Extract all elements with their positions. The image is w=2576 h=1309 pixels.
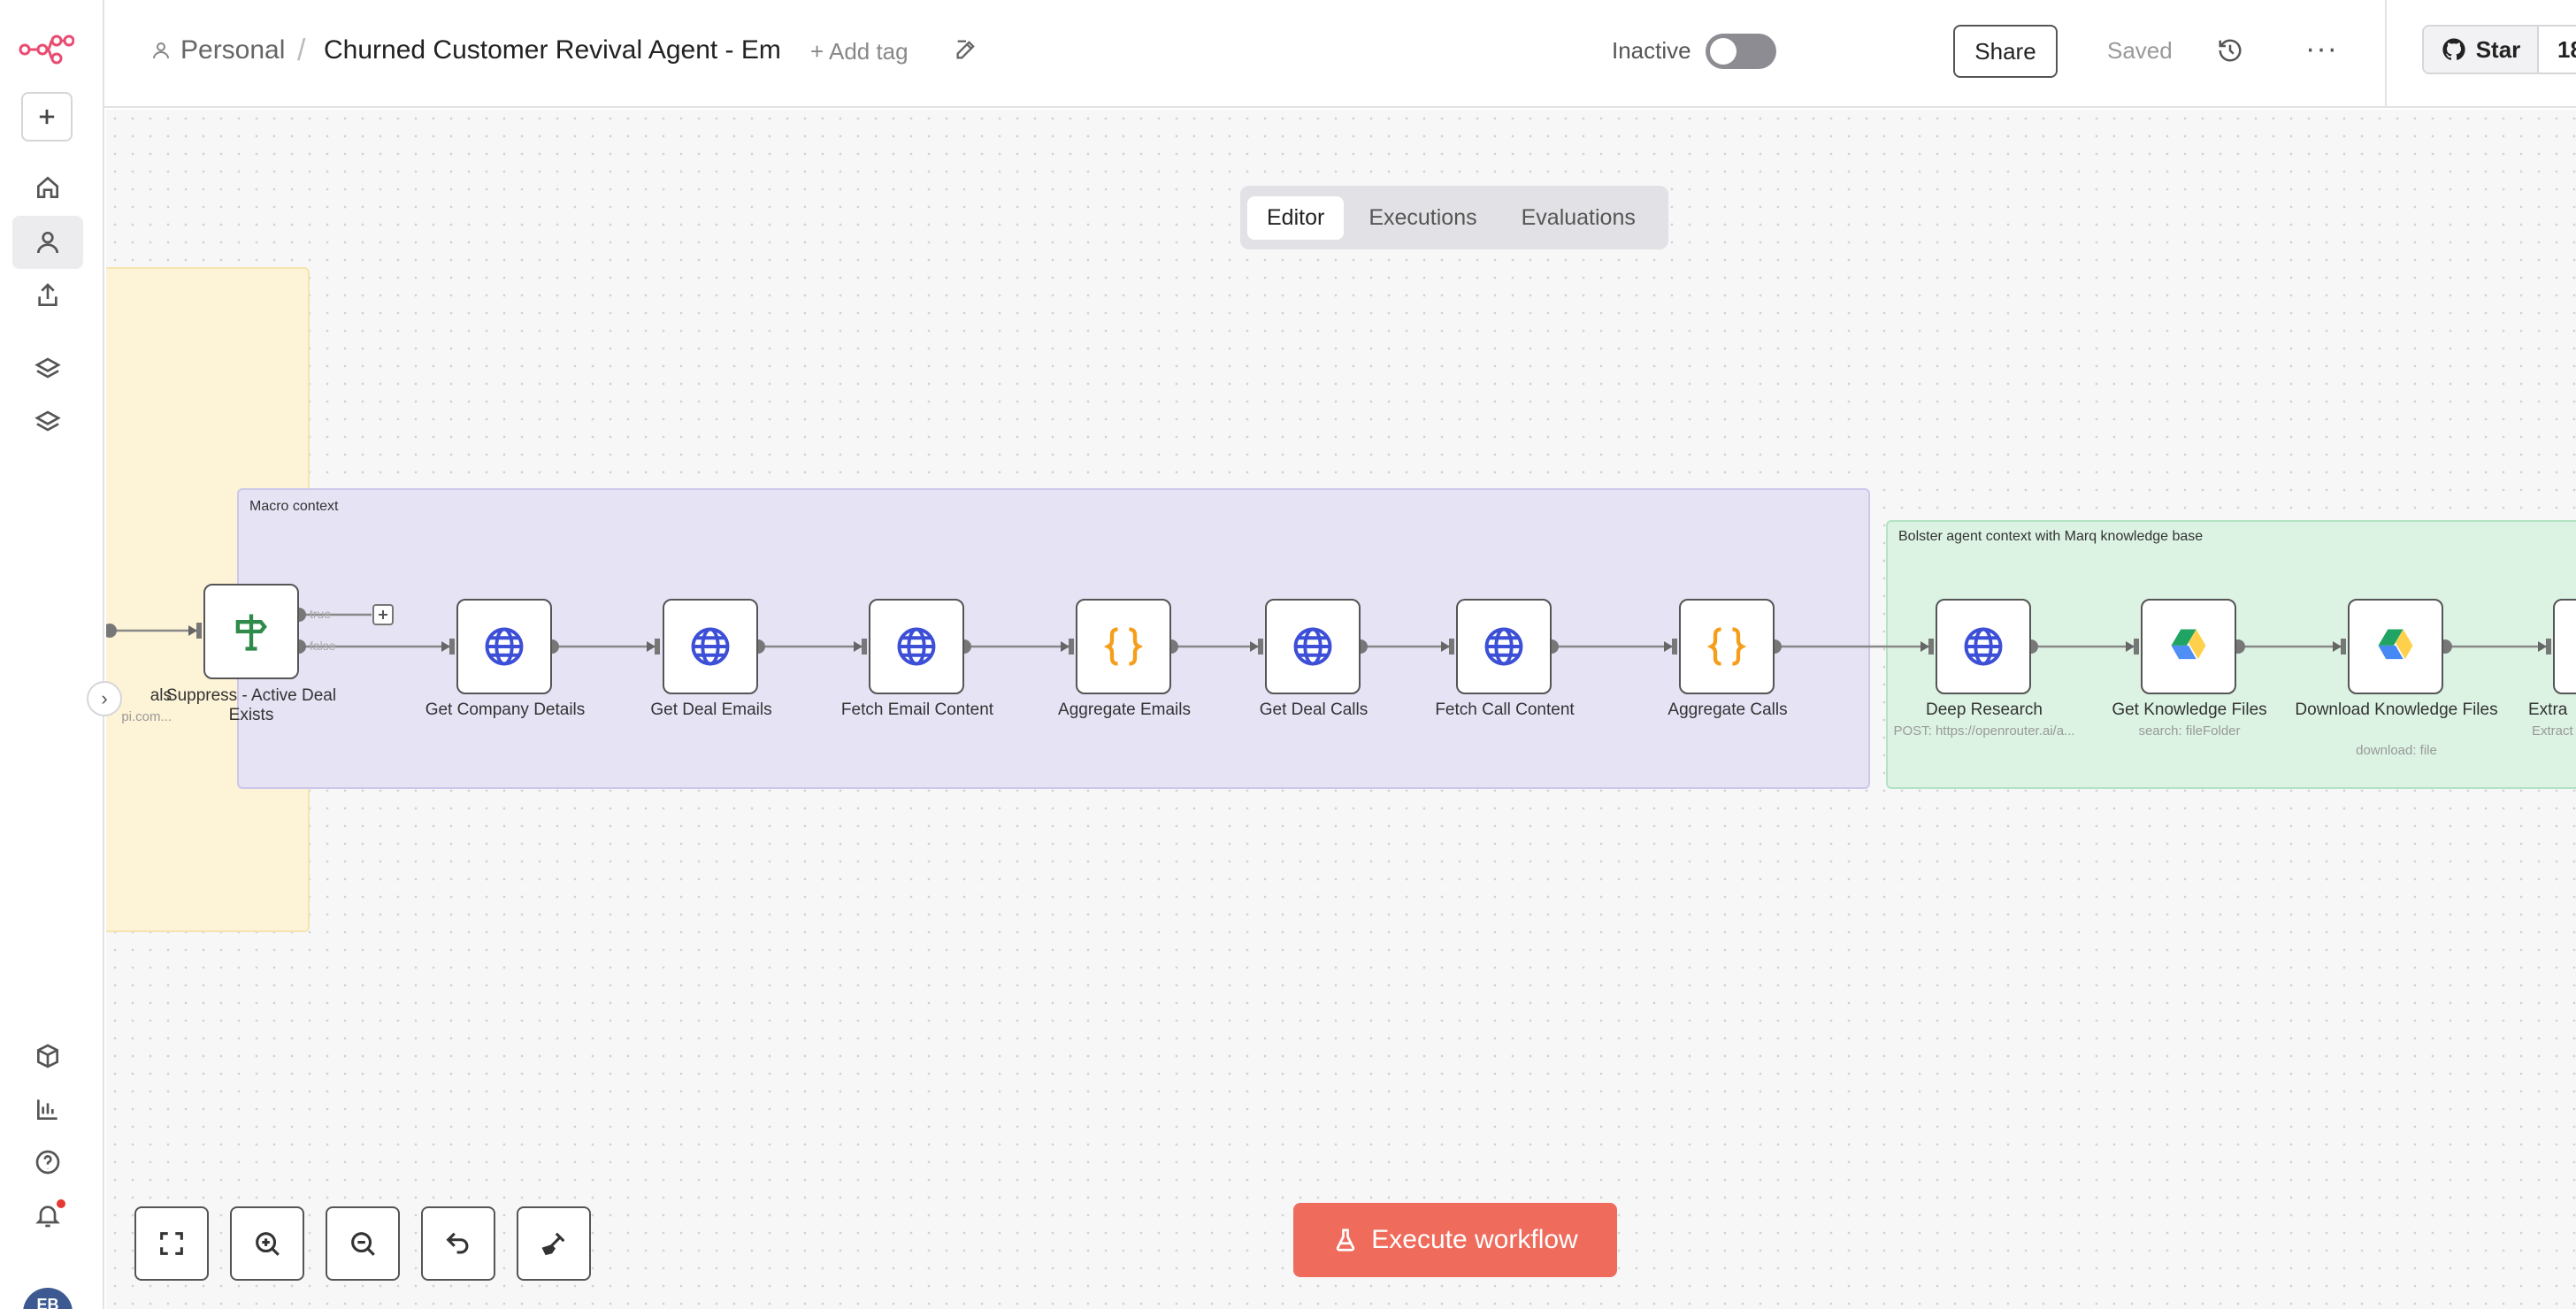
- github-star-label: Star: [2475, 35, 2521, 63]
- breadcrumb-separator: /: [297, 34, 306, 67]
- node-fetch-email-content[interactable]: [869, 599, 964, 694]
- node-label: Suppress - Active Deal Exists: [165, 686, 337, 724]
- workflow-title[interactable]: Churned Customer Revival Agent - Em: [324, 35, 781, 65]
- github-star-button[interactable]: Star: [2424, 27, 2539, 73]
- more-options-icon[interactable]: ···: [2305, 32, 2338, 66]
- node-subtitle: download: file: [2356, 743, 2437, 758]
- create-new-button[interactable]: [21, 92, 73, 142]
- http-globe-icon: [691, 627, 730, 666]
- branch-label-true: true: [310, 607, 332, 621]
- user-icon: [153, 42, 169, 59]
- if-signpost-icon: [235, 614, 267, 651]
- node-suppress-active-deal[interactable]: [203, 584, 299, 679]
- http-globe-icon: [1293, 627, 1332, 666]
- breadcrumb[interactable]: Personal: [150, 35, 285, 65]
- node-label: Deep Research: [1925, 700, 2043, 719]
- node-label: Aggregate Calls: [1668, 700, 1788, 719]
- github-star-count: 186,253: [2539, 27, 2576, 73]
- sidebar-item-projects-a[interactable]: [12, 343, 83, 396]
- node-get-deal-emails[interactable]: [663, 599, 758, 694]
- tab-evaluations[interactable]: Evaluations: [1502, 196, 1655, 240]
- help-circle-icon: [35, 1150, 60, 1175]
- active-status-label: Inactive: [1612, 37, 1691, 64]
- sidebar-item-shared[interactable]: [12, 269, 83, 322]
- node-download-knowledge-files[interactable]: [2348, 599, 2443, 694]
- sidebar-item-notifications[interactable]: [12, 1189, 83, 1242]
- share-upload-icon: [38, 283, 58, 306]
- node-label: Download Knowledge Files: [2295, 700, 2498, 719]
- n8n-logo-icon[interactable]: [18, 30, 75, 70]
- node-label: Get Deal Calls: [1259, 700, 1368, 719]
- http-globe-icon: [485, 627, 524, 666]
- node-label: Get Knowledge Files: [2112, 700, 2267, 719]
- node-label: Aggregate Emails: [1058, 700, 1191, 719]
- sidebar-item-templates[interactable]: [12, 1030, 83, 1083]
- avatar[interactable]: EB: [23, 1288, 73, 1309]
- left-sidebar: EB: [0, 0, 104, 1309]
- github-icon: [2442, 38, 2465, 60]
- sidebar-item-overview[interactable]: [12, 161, 83, 214]
- github-star-widget[interactable]: Star 186,253: [2422, 25, 2576, 74]
- header-divider: [2385, 0, 2387, 108]
- node-subtitle: Extract: [2532, 723, 2573, 739]
- node-get-company-details[interactable]: [456, 599, 552, 694]
- workflow-canvas[interactable]: Editor Executions Evaluations Macro cont…: [106, 110, 2576, 1309]
- node-aggregate-emails[interactable]: [1076, 599, 1171, 694]
- google-drive-icon: [2171, 629, 2206, 660]
- node-get-deal-calls[interactable]: [1265, 599, 1361, 694]
- google-drive-icon: [2378, 629, 2413, 660]
- node-get-knowledge-files[interactable]: [2141, 599, 2236, 694]
- sidebar-item-help[interactable]: [12, 1136, 83, 1189]
- user-icon: [37, 232, 58, 254]
- node-subtitle: search: fileFolder: [2138, 723, 2241, 739]
- top-header: Personal / Churned Customer Revival Agen…: [104, 0, 2576, 108]
- layers-icon: [34, 357, 61, 379]
- layers-icon: [34, 410, 61, 432]
- http-globe-icon: [1964, 627, 2003, 666]
- node-label: Fetch Call Content: [1435, 700, 1575, 719]
- http-globe-icon: [1484, 627, 1523, 666]
- sidebar-item-personal[interactable]: [12, 216, 83, 269]
- node-fetch-call-content[interactable]: [1456, 599, 1552, 694]
- notification-dot: [57, 1199, 65, 1208]
- node-label: Extra: [2528, 700, 2568, 719]
- expand-sidebar-button[interactable]: ›: [87, 681, 122, 716]
- view-tabs: Editor Executions Evaluations: [1240, 186, 1668, 249]
- active-toggle[interactable]: [1706, 34, 1776, 69]
- branch-label-false: false: [310, 639, 336, 653]
- tab-executions[interactable]: Executions: [1349, 196, 1496, 240]
- node-deep-research[interactable]: [1936, 599, 2031, 694]
- edit-description-icon[interactable]: [954, 37, 978, 66]
- node-label: Get Deal Emails: [650, 700, 772, 719]
- node-subtitle: POST: https://openrouter.ai/a...: [1893, 723, 2075, 739]
- node-label: Get Company Details: [425, 700, 586, 719]
- share-button[interactable]: Share: [1953, 25, 2058, 78]
- sidebar-item-insights[interactable]: [12, 1083, 83, 1136]
- saved-status: Saved: [2107, 37, 2173, 64]
- node-label: Fetch Email Content: [840, 700, 994, 719]
- home-icon: [37, 176, 58, 198]
- code-braces-icon: [1706, 627, 1747, 666]
- bar-chart-icon: [37, 1099, 58, 1120]
- tab-editor[interactable]: Editor: [1247, 195, 1345, 240]
- code-braces-icon: [1103, 627, 1144, 666]
- box-icon: [37, 1044, 58, 1068]
- add-tag-button[interactable]: + Add tag: [810, 38, 908, 65]
- plus-icon: [39, 109, 55, 125]
- http-globe-icon: [897, 627, 936, 666]
- node-extract[interactable]: [2553, 599, 2576, 694]
- breadcrumb-project[interactable]: Personal: [180, 35, 285, 65]
- history-icon[interactable]: [2217, 37, 2243, 68]
- node-aggregate-calls[interactable]: [1679, 599, 1775, 694]
- sidebar-item-projects-b[interactable]: [12, 396, 83, 449]
